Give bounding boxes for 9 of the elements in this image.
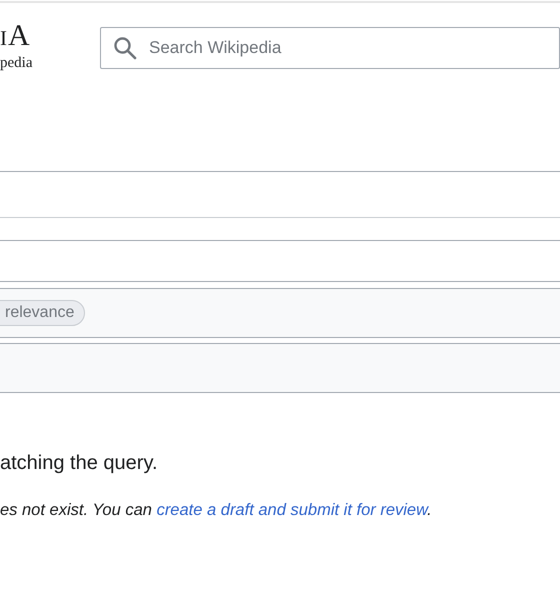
sort-chip[interactable]: relevance [0,300,86,326]
search-field[interactable]: Search Wikipedia [100,27,560,69]
results-info-text: atching the query. [0,451,159,475]
logo-tagline: pedia [0,55,32,71]
input-field[interactable] [0,240,560,282]
search-icon [113,36,137,60]
logo-wordmark[interactable]: iA [0,20,31,52]
notice-text: es not exist. You can create a draft and submit it for review. [0,501,433,520]
create-draft-link[interactable]: create a draft and submit it for review [156,501,428,519]
